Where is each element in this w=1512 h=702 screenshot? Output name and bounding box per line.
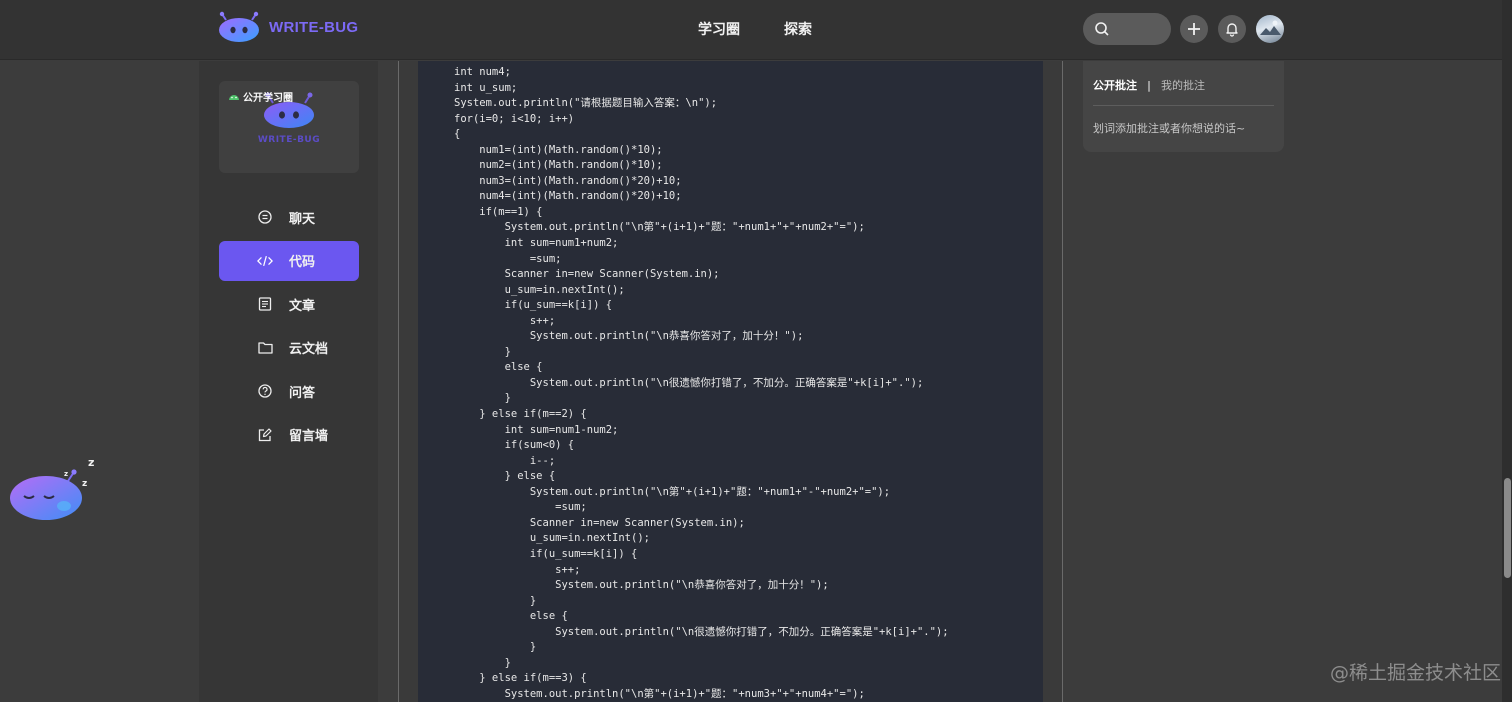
code-line: else {	[454, 610, 568, 623]
code-line: {	[454, 128, 461, 141]
code-line: System.out.println("请根据题目输入答案：\n");	[454, 97, 718, 110]
nav-explore[interactable]: 探索	[784, 19, 812, 39]
sidebar-item-qa[interactable]: 问答	[219, 371, 359, 411]
code-line: if(sum<0) {	[454, 439, 575, 452]
code-line: num1=(int)(Math.random()*10);	[454, 143, 663, 156]
sidebar-item-articles[interactable]: 文章	[219, 284, 359, 324]
bell-icon	[1226, 23, 1238, 37]
brand-name: WRITE-BUG	[269, 18, 359, 36]
folder-icon	[257, 340, 273, 356]
svg-text:z: z	[88, 456, 94, 469]
code-line: Scanner in=new Scanner(System.in);	[454, 268, 720, 281]
code-line: u_sum=in.nextInt();	[454, 532, 650, 545]
search-input[interactable]	[1115, 17, 1165, 41]
tab-my-annotations[interactable]: 我的批注	[1161, 77, 1205, 93]
sidebar-item-label: 云文档	[289, 342, 329, 357]
chat-icon	[257, 209, 273, 225]
notifications-button[interactable]	[1218, 15, 1246, 43]
sidebar-menu: 聊天 代码 文章 云文档 问答 留言墙	[219, 197, 359, 458]
main-nav: 学习圈 探索	[698, 19, 812, 39]
code-line: }	[454, 641, 537, 654]
sidebar-item-label: 问答	[289, 385, 316, 401]
create-button[interactable]	[1180, 15, 1208, 43]
code-line: System.out.println("\n恭喜你答对了，加十分！");	[454, 579, 829, 592]
android-icon	[229, 95, 239, 100]
sidebar-item-code[interactable]: 代码	[219, 240, 359, 281]
code-line: }	[454, 345, 511, 358]
watermark: @稀土掘金技术社区	[1330, 662, 1502, 684]
code-line: int sum=num1+num2;	[454, 237, 619, 250]
code-line: } else if(m==3) {	[454, 672, 587, 685]
code-line: }	[454, 392, 511, 405]
sidebar-item-chat[interactable]: 聊天	[219, 197, 359, 237]
code-line: int u_sum;	[454, 81, 518, 94]
code-line: System.out.println("\n第"+(i+1)+"题："+num1…	[454, 221, 865, 234]
article-icon	[257, 296, 273, 312]
code-line: i--;	[454, 454, 556, 467]
annotation-tabs: 公开批注 | 我的批注	[1093, 77, 1205, 93]
code-line: num3=(int)(Math.random()*20)+10;	[454, 174, 682, 187]
code-line: Scanner in=new Scanner(System.in);	[454, 516, 745, 529]
code-line: s++;	[454, 563, 581, 576]
code-line: num2=(int)(Math.random()*10);	[454, 159, 663, 172]
sidebar-item-label: 留言墙	[289, 429, 329, 444]
sidebar-item-label: 聊天	[289, 211, 316, 227]
floating-mascot[interactable]: z z z	[6, 454, 106, 524]
code-line: for(i=0; i<10; i++)	[454, 112, 575, 125]
code-text: int num4; int u_sum; System.out.println("请…	[454, 65, 949, 702]
sidebar-item-message-wall[interactable]: 留言墙	[219, 415, 359, 455]
code-line: }	[454, 594, 537, 607]
public-circle-label: 公开学习圈	[243, 93, 293, 104]
code-line: } else {	[454, 470, 556, 483]
sleeping-robot-icon: z z z	[10, 456, 94, 520]
code-line: u_sum=in.nextInt();	[454, 283, 625, 296]
user-avatar[interactable]	[1256, 15, 1284, 43]
logo[interactable]: WRITE-BUG	[217, 11, 358, 43]
card-brand-text: WRITE-BUG	[257, 135, 321, 145]
svg-text:z: z	[64, 470, 68, 478]
code-line: System.out.println("\n第"+(i+1)+"题："+num3…	[454, 687, 865, 700]
code-line: else {	[454, 361, 543, 374]
code-line: =sum;	[454, 252, 562, 265]
svg-text:z: z	[82, 479, 87, 489]
avatar-image-icon	[1260, 20, 1281, 35]
sidebar-item-label: 代码	[289, 255, 316, 270]
code-line: System.out.println("\n第"+(i+1)+"题："+num1…	[454, 485, 891, 498]
search-box[interactable]	[1083, 13, 1171, 45]
code-line: if(u_sum==k[i]) {	[454, 547, 638, 560]
code-icon	[257, 253, 273, 269]
code-block[interactable]: int num4; int u_sum; System.out.println("请…	[418, 61, 1043, 702]
left-sidebar: 公开学习圈 WRITE-BUG 聊天 代码 文章 云文档 问答 留言墙	[199, 61, 378, 702]
code-line: } else if(m==2) {	[454, 408, 587, 421]
plus-icon	[1188, 23, 1200, 35]
search-icon	[1095, 22, 1109, 36]
question-icon	[257, 383, 273, 399]
code-line: s++;	[454, 314, 556, 327]
divider	[1093, 105, 1274, 106]
code-line: num4=(int)(Math.random()*20)+10;	[454, 190, 682, 203]
code-line: }	[454, 656, 511, 669]
tab-separator: |	[1147, 78, 1152, 92]
robot-mascot-icon	[219, 11, 259, 42]
nav-learning-circle[interactable]: 学习圈	[698, 19, 740, 39]
top-header: WRITE-BUG 学习圈 探索	[0, 0, 1512, 60]
code-line: if(m==1) {	[454, 205, 543, 218]
annotation-hint: 划词添加批注或者你想说的话~	[1093, 122, 1246, 135]
code-line: System.out.println("\n恭喜你答对了，加十分！");	[454, 330, 804, 343]
learning-circle-card[interactable]: 公开学习圈 WRITE-BUG	[219, 81, 359, 173]
edit-icon	[257, 427, 273, 443]
scrollbar-thumb[interactable]	[1504, 478, 1511, 578]
code-line: if(u_sum==k[i]) {	[454, 299, 613, 312]
sidebar-item-cloud-docs[interactable]: 云文档	[219, 328, 359, 368]
page-scrollbar[interactable]	[1502, 0, 1512, 702]
annotation-panel: 公开批注 | 我的批注 划词添加批注或者你想说的话~	[1083, 61, 1284, 152]
code-line: int num4;	[454, 66, 511, 78]
code-line: System.out.println("\n很遗憾你打错了，不加分。正确答案是"…	[454, 376, 924, 389]
tab-public-annotations[interactable]: 公开批注	[1093, 77, 1137, 93]
code-line: =sum;	[454, 501, 587, 514]
public-circle-tag: 公开学习圈	[228, 89, 293, 104]
sidebar-item-label: 文章	[289, 298, 316, 314]
code-line: int sum=num1-num2;	[454, 423, 619, 436]
code-line: System.out.println("\n很遗憾你打错了，不加分。正确答案是"…	[454, 625, 949, 638]
